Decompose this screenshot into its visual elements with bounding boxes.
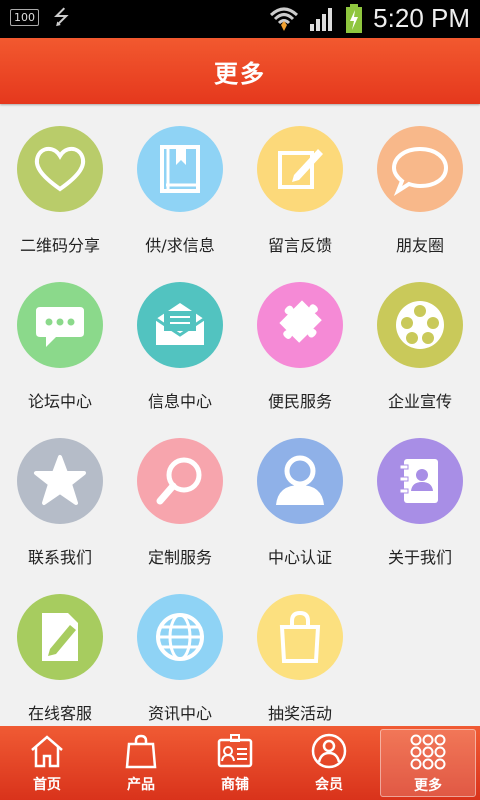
chat-icon: [36, 307, 84, 347]
contact-book-icon: [399, 459, 438, 503]
status-bar: 100 ⭍ 5:20 PM: [0, 0, 480, 38]
grid-item-info-center[interactable]: 信息中心: [120, 260, 240, 411]
grid-item-icon-bg: [137, 126, 223, 212]
star-icon: [34, 455, 86, 505]
grid-item-icon-bg: [17, 126, 103, 212]
grid-item-label: 信息中心: [147, 392, 212, 411]
grid-item-label: 朋友圈: [395, 236, 444, 255]
film-reel-icon: [396, 301, 444, 349]
battery-charging-icon: [346, 3, 363, 33]
grid-item-label: 中心认证: [267, 548, 332, 567]
shopping-bag-icon: [279, 610, 321, 663]
grid-item-label: 论坛中心: [27, 392, 92, 411]
grid-item-label: 在线客服: [27, 704, 92, 723]
grid-item-qr-share[interactable]: 二维码分享: [0, 104, 120, 255]
grid-item-label: 资讯中心: [147, 704, 212, 723]
grid-item-contact-us[interactable]: 联系我们: [0, 416, 120, 567]
grid-item-about-us[interactable]: 关于我们: [360, 416, 480, 567]
nav-members[interactable]: 会员: [282, 726, 376, 800]
grid-item-label: 留言反馈: [267, 236, 332, 255]
grid-item-label: 便民服务: [267, 392, 332, 411]
heart-icon: [34, 146, 86, 192]
nav-more[interactable]: 更多: [380, 729, 476, 797]
grid-item-label: 关于我们: [387, 548, 452, 567]
envelope-icon: [155, 303, 205, 345]
magnifier-icon: [156, 457, 202, 505]
grid-item-icon-bg: [17, 438, 103, 524]
grid-item-lottery[interactable]: 抽奖活动: [240, 572, 360, 723]
grid-item-label: 供/求信息: [145, 236, 215, 255]
status-time: 5:20 PM: [373, 3, 470, 33]
grid-item-icon-bg: [257, 594, 343, 680]
grid-item-label: 二维码分享: [19, 236, 100, 255]
bag-icon: [125, 734, 157, 769]
battery-badge: 100: [10, 8, 39, 26]
grid-item-feedback[interactable]: 留言反馈: [240, 104, 360, 255]
nav-shops-label: 商铺: [221, 777, 249, 793]
grid-item-news-center[interactable]: 资讯中心: [120, 572, 240, 723]
grid-item-convenience-service[interactable]: 便民服务: [240, 260, 360, 411]
usb-icon: ⭍: [53, 5, 70, 29]
nav-home-label: 首页: [33, 777, 61, 793]
grid-item-icon-bg: [137, 594, 223, 680]
nav-more-label: 更多: [414, 778, 442, 794]
grid-item-forum[interactable]: 论坛中心: [0, 260, 120, 411]
nav-products[interactable]: 产品: [94, 726, 188, 800]
signal-icon: [310, 7, 333, 31]
puzzle-icon: [279, 300, 322, 343]
nav-products-label: 产品: [127, 777, 155, 793]
grid-item-icon-bg: [137, 438, 223, 524]
grid-item-label: 定制服务: [147, 548, 212, 567]
speech-bubble-icon: [391, 146, 449, 197]
grid-item-label: 抽奖活动: [267, 704, 332, 723]
page-title: 更多: [214, 59, 266, 88]
grid-item-certification[interactable]: 中心认证: [240, 416, 360, 567]
grid-dots-icon: [410, 734, 446, 770]
member-icon: [311, 733, 347, 769]
grid-item-enterprise-promo[interactable]: 企业宣传: [360, 260, 480, 411]
nav-members-label: 会员: [315, 777, 343, 793]
grid-item-label: 联系我们: [27, 548, 92, 567]
grid-item-icon-bg: [257, 126, 343, 212]
document-edit-icon: [42, 613, 78, 661]
grid-item-label: 企业宣传: [387, 392, 452, 411]
grid-item-icon-bg: [257, 282, 343, 368]
wifi-icon: [270, 7, 299, 31]
page-header: 更多: [0, 38, 480, 104]
grid-item-icon-bg: [377, 126, 463, 212]
grid-item-icon-bg: [377, 282, 463, 368]
grid-item-icon-bg: [377, 438, 463, 524]
nav-home[interactable]: 首页: [0, 726, 94, 800]
globe-icon: [156, 613, 204, 661]
shop-card-icon: [217, 734, 253, 768]
grid-item-icon-bg: [257, 438, 343, 524]
bottom-nav: 首页 产品 商铺 会员 更多: [0, 726, 480, 800]
grid-item-online-support[interactable]: 在线客服: [0, 572, 120, 723]
grid-item-icon-bg: [17, 594, 103, 680]
book-icon: [160, 145, 200, 193]
edit-note-icon: [278, 149, 323, 189]
grid-item-supply-demand[interactable]: 供/求信息: [120, 104, 240, 255]
grid-item-icon-bg: [17, 282, 103, 368]
grid-item-icon-bg: [137, 282, 223, 368]
nav-shops[interactable]: 商铺: [188, 726, 282, 800]
grid-item-custom-service[interactable]: 定制服务: [120, 416, 240, 567]
user-icon: [276, 455, 324, 505]
home-icon: [31, 735, 63, 768]
grid-item-friends-circle[interactable]: 朋友圈: [360, 104, 480, 255]
